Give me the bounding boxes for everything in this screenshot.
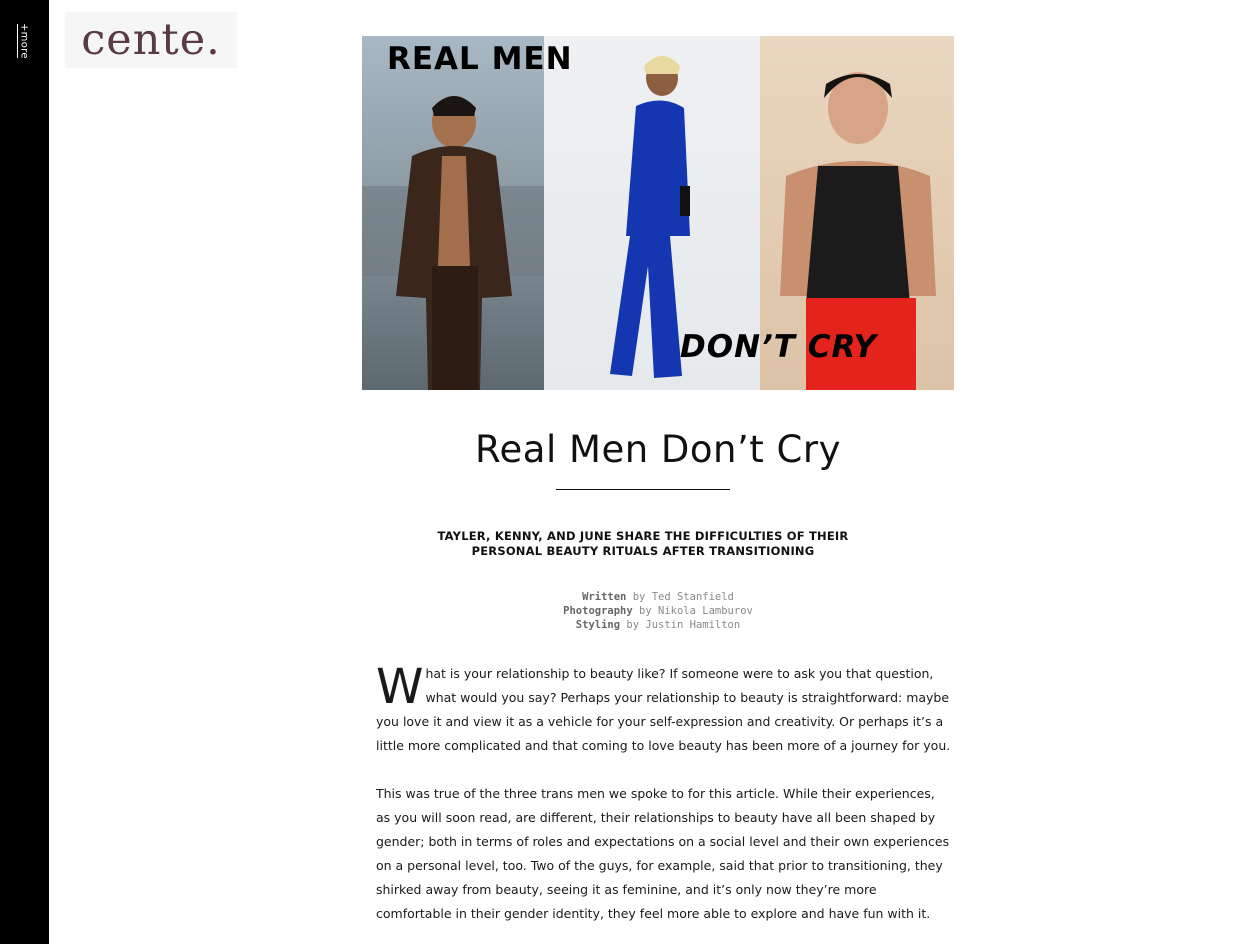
article-subtitle: TAYLER, KENNY, AND JUNE SHARE THE DIFFIC… <box>430 529 856 559</box>
more-menu-button[interactable]: +more <box>17 23 31 59</box>
hero-image: REAL MEN DON’T CRY <box>362 36 954 390</box>
hero-photo-left <box>362 36 544 390</box>
hero-headline-top: REAL MEN <box>387 41 573 77</box>
sidebar: +more <box>0 0 49 944</box>
drop-cap: W <box>376 659 424 715</box>
article-paragraph-1: What is your relationship to beauty like… <box>376 659 951 753</box>
credit-photography: Photography by Nikola Lamburov <box>563 605 753 617</box>
photographer-link[interactable]: Nikola Lamburov <box>658 605 753 617</box>
writer-link[interactable]: Ted Stanfield <box>652 591 734 603</box>
article-body: What is your relationship to beauty like… <box>376 662 951 950</box>
article-credits: Written by Ted Stanfield Photography by … <box>460 590 856 632</box>
credit-writer: Written by Ted Stanfield <box>582 591 734 603</box>
subtitle-line-1: TAYLER, KENNY, AND JUNE SHARE THE DIFFIC… <box>437 529 849 543</box>
figure-brown-suit <box>362 96 544 390</box>
site-logo[interactable]: cente. <box>65 12 237 68</box>
credit-styling: Styling by Justin Hamilton <box>575 619 741 631</box>
hero-headline-bottom: DON’T CRY <box>680 329 877 365</box>
subtitle-line-2: PERSONAL BEAUTY RITUALS AFTER TRANSITION… <box>471 544 815 558</box>
title-divider <box>556 489 730 490</box>
stylist-link[interactable]: Justin Hamilton <box>645 619 740 631</box>
article-paragraph-2: This was true of the three trans men we … <box>376 786 950 921</box>
article-title: Real Men Don’t Cry <box>475 428 841 471</box>
